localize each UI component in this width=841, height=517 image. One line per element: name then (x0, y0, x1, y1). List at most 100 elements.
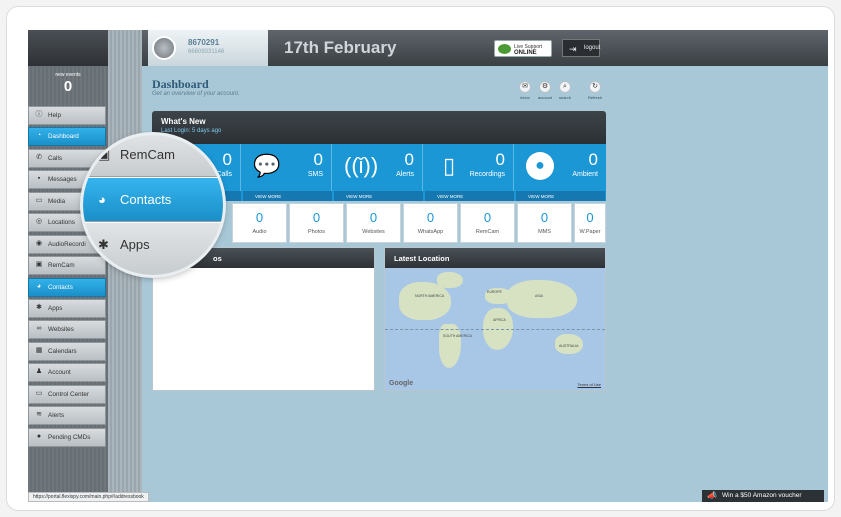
contacts-icon: ◕ (98, 192, 106, 207)
view-more-link[interactable]: VIEW MORE (243, 191, 332, 201)
magnifier-overlay: ▣ RemCam ◕ Contacts ✱ Apps (83, 135, 223, 275)
page-subtitle: Get an overview of your account. (152, 91, 240, 97)
sidebar-item-control-center[interactable]: ▭ Control Center (28, 384, 106, 404)
counter-mms[interactable]: 0 MMS (517, 203, 572, 243)
apps-icon: ✱ (98, 237, 109, 252)
counter-value: 0 (586, 210, 594, 225)
pending-icon: ● (36, 432, 42, 440)
refresh-icon: ↻ (589, 81, 601, 93)
sidebar-item-pending-cmds[interactable]: ● Pending CMDs (28, 427, 106, 447)
counter-value: 0 (483, 210, 492, 225)
counter-photos[interactable]: 0 Photos (289, 203, 344, 243)
microphone-icon: ● (526, 152, 554, 180)
tile-recordings[interactable]: ▯ 0 Recordings VIEW MORE (425, 144, 514, 201)
map-label: AFRICA (493, 318, 506, 322)
speech-bubble-icon: 💬 (253, 153, 281, 178)
voucher-banner[interactable]: 📣 Win a $50 Amazon voucher (702, 490, 824, 502)
new-events-count: 0 (63, 78, 73, 95)
greenland-shape (437, 272, 463, 288)
logo-strip (28, 30, 108, 66)
counter-label: Websites (362, 229, 385, 235)
counter-value: 0 (426, 210, 435, 225)
account-button[interactable]: ⚙ account (538, 81, 552, 100)
map-label: SOUTH AMERICA (443, 334, 472, 338)
voucher-text: Win a $50 Amazon voucher (722, 492, 802, 499)
antenna-icon: ((ǐ)) (344, 153, 379, 178)
magnified-item-contacts[interactable]: ◕ Contacts (83, 178, 223, 222)
tile-count: 0 (495, 150, 505, 169)
sidebar-item-label: AudioRecordi (48, 240, 86, 248)
logout-label: logout (584, 45, 601, 51)
sidebar-item-apps[interactable]: ✱ Apps (28, 298, 106, 318)
sidebar-item-label: Calls (48, 154, 62, 162)
tile-label: SMS (307, 171, 323, 178)
sidebar-item-label: Media (48, 197, 66, 205)
logout-button[interactable]: ⇥ logout (562, 39, 600, 57)
sidebar-item-alerts[interactable]: ≋ Alerts (28, 406, 106, 426)
world-map[interactable]: NORTH AMERICA EUROPE ASIA AFRICA SOUTH A… (385, 268, 605, 390)
latest-location-panel: Latest Location NORTH AMERICA EUROPE ASI… (384, 247, 606, 391)
asia-shape (507, 280, 577, 318)
sidebar-item-contacts[interactable]: ◕ Contacts (28, 277, 106, 297)
sidebar-item-label: Contacts (48, 283, 73, 291)
sidebar-item-calendars[interactable]: ▦ Calendars (28, 341, 106, 361)
counter-label: Audio (252, 229, 267, 235)
magnified-item-remcam[interactable]: ▣ RemCam (83, 135, 223, 177)
sidebar-item-label: Help (48, 112, 61, 119)
view-more-link[interactable]: VIEW MORE (334, 191, 423, 201)
inbox-icon: ✉ (519, 81, 531, 93)
counter-whatsapp[interactable]: 0 WhatsApp (403, 203, 458, 243)
magnified-item-label: RemCam (120, 147, 175, 162)
counter-audio[interactable]: 0 Audio (232, 203, 287, 243)
inbox-button[interactable]: ✉ inbox (518, 81, 532, 100)
tile-ambient[interactable]: ● 0 Ambient VIEW MORE (516, 144, 606, 201)
tile-count: 0 (588, 150, 598, 169)
page-date: 17th February (284, 38, 397, 57)
counter-wallpaper[interactable]: 0 W.Paper (574, 203, 606, 243)
refresh-button[interactable]: ↻ Refresh (588, 81, 602, 100)
inbox-label: inbox (520, 95, 530, 100)
sidebar-item-label: Alerts (48, 412, 65, 420)
magnified-item-apps[interactable]: ✱ Apps (83, 223, 223, 275)
tile-count: 0 (404, 150, 414, 169)
sidebar-item-websites[interactable]: ∞ Websites (28, 320, 106, 340)
sidebar-item-label: Control Center (48, 390, 89, 398)
counter-label: MMS (538, 229, 551, 235)
sidebar-item-label: Apps (48, 304, 63, 312)
link-icon: ∞ (36, 325, 42, 333)
search-button[interactable]: ⌕ search (558, 81, 572, 100)
status-bar-url: https://portal.flexispy.com/main.php#/ad… (28, 492, 149, 502)
live-support-button[interactable]: Live Support ONLINE (494, 40, 552, 57)
equator-line (385, 329, 605, 330)
sidebar-item-label: Messages (48, 176, 77, 184)
counter-value: 0 (255, 210, 264, 225)
counter-remcam[interactable]: 0 RemCam (460, 203, 515, 243)
counter-websites[interactable]: 0 Websites (346, 203, 401, 243)
map-label: AUSTRALIA (559, 344, 579, 348)
contacts-icon: ◕ (36, 282, 42, 290)
tile-sms[interactable]: 💬 0 SMS VIEW MORE (243, 144, 332, 201)
terms-of-use-link[interactable]: Terms of Use (577, 382, 601, 387)
magnified-item-label: Contacts (120, 192, 172, 207)
counter-value: 0 (540, 210, 549, 225)
counter-label: RemCam (475, 229, 500, 235)
avatar[interactable] (152, 36, 176, 60)
tile-count: 0 (313, 150, 323, 169)
sidebar-item-account[interactable]: ♟ Account (28, 363, 106, 383)
tile-count: 0 (222, 150, 232, 169)
map-label: NORTH AMERICA (415, 294, 445, 298)
tile-alerts[interactable]: ((ǐ)) 0 Alerts VIEW MORE (334, 144, 423, 201)
new-events-counter: new events 0 (28, 66, 108, 102)
chat-bubble-icon (498, 44, 511, 54)
south-america-shape (439, 324, 461, 368)
view-more-link[interactable]: VIEW MORE (516, 191, 605, 201)
camera-icon: ▣ (98, 147, 111, 162)
info-icon: ⓘ (35, 111, 43, 118)
search-icon: ⌕ (559, 81, 571, 93)
sidebar-item-label: Dashboard (48, 133, 79, 141)
view-more-link[interactable]: VIEW MORE (425, 191, 514, 201)
north-america-shape (399, 282, 451, 320)
last-login: Last Login: 5 days ago (161, 128, 222, 134)
user-number: 66809331146 (188, 49, 225, 55)
sidebar-item-help[interactable]: ⓘ Help (28, 106, 106, 125)
